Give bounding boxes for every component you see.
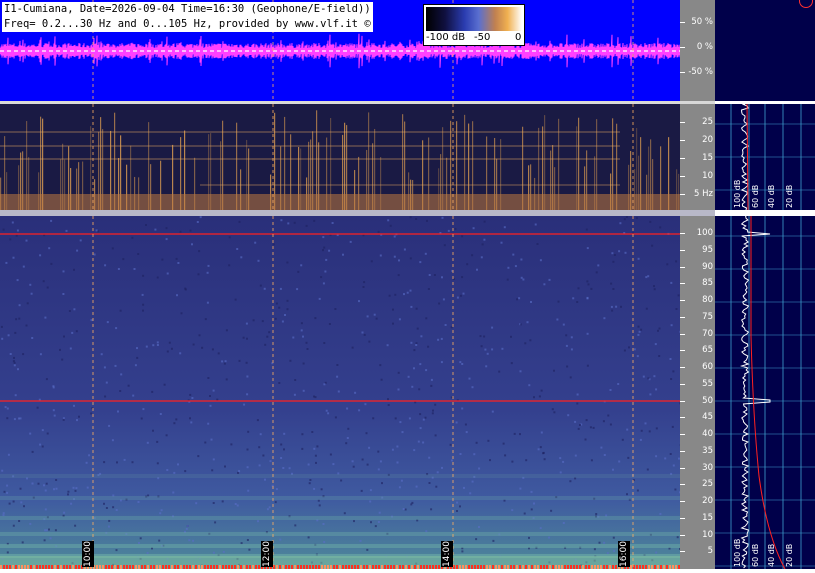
axis-tick-label: 80 (702, 295, 713, 305)
profile-db-label: 20 dB (785, 185, 794, 208)
axis-tick-mark (680, 535, 685, 536)
axis-tick-mark (680, 250, 685, 251)
axis-tick-mark (680, 350, 685, 351)
time-marker: 14:00 (441, 541, 453, 567)
axis-tick-mark (680, 72, 685, 73)
low-frequency-axis: 25 20 15 10 5 Hz (680, 104, 715, 210)
axis-tick-label: 90 (702, 262, 713, 272)
axis-tick-mark (680, 501, 685, 502)
axis-tick-mark (680, 140, 685, 141)
axis-tick-mark (680, 334, 685, 335)
axis-tick-label: 50 % (691, 17, 713, 27)
axis-tick-mark (680, 451, 685, 452)
axis-tick-mark (680, 158, 685, 159)
axis-tick-label: -50 % (688, 67, 713, 77)
legend-label-min: -100 dB (426, 32, 465, 44)
axis-tick-mark (680, 367, 685, 368)
axis-tick-label: 75 (702, 312, 713, 322)
low-profile-plot (715, 104, 815, 210)
axis-tick-label: 45 (702, 412, 713, 422)
axis-tick-mark (680, 233, 685, 234)
spectrogram-low-frequency (0, 104, 680, 210)
spectrogram-high-canvas (0, 216, 680, 569)
axis-tick-label: 95 (702, 245, 713, 255)
time-marker: 16:00 (618, 541, 630, 567)
axis-tick-mark (680, 283, 685, 284)
frequency-info: Freq= 0.2...30 Hz and 0...105 Hz, provid… (4, 17, 371, 32)
axis-tick-mark (680, 384, 685, 385)
profile-db-label: 60 dB (751, 544, 760, 567)
high-frequency-power-profile: 100 dB 60 dB 40 dB 20 dB (715, 216, 815, 569)
axis-tick-label: 50 (702, 396, 713, 406)
axis-tick-mark (680, 468, 685, 469)
axis-tick-label: 85 (702, 278, 713, 288)
profile-db-label: 40 dB (767, 544, 776, 567)
profile-db-label: 40 dB (767, 185, 776, 208)
axis-tick-mark (680, 484, 685, 485)
legend-label-mid: -50 (474, 32, 490, 44)
spectrogram-high-frequency (0, 216, 680, 569)
axis-tick-label: 70 (702, 329, 713, 339)
axis-tick-label: 15 (702, 153, 713, 163)
color-scale-legend: -100 dB -50 0 (423, 4, 525, 46)
axis-tick-label: 20 (702, 496, 713, 506)
axis-tick-label: 5 (708, 546, 713, 556)
high-profile-plot (715, 216, 815, 569)
profile-db-label: 100 dB (733, 180, 742, 208)
profile-db-label: 60 dB (751, 185, 760, 208)
axis-tick-label: 0 % (697, 42, 713, 52)
axis-tick-label: 20 (702, 135, 713, 145)
profile-db-label: 20 dB (785, 544, 794, 567)
axis-tick-label: 65 (702, 345, 713, 355)
axis-tick-mark (680, 176, 685, 177)
axis-tick-mark (680, 401, 685, 402)
low-frequency-power-profile: 100 dB 60 dB 40 dB 20 dB (715, 104, 815, 210)
profile-blank-panel (715, 0, 815, 101)
axis-tick-label: 10 (702, 171, 713, 181)
axis-tick-label: 10 (702, 530, 713, 540)
axis-tick-label: 15 (702, 513, 713, 523)
axis-tick-label: 25 (702, 479, 713, 489)
axis-tick-label: 55 (702, 379, 713, 389)
axis-tick-mark (680, 47, 685, 48)
axis-tick-mark (680, 194, 685, 195)
axis-tick-mark (680, 417, 685, 418)
waveform-amplitude-axis: 50 % 0 % -50 % (680, 0, 715, 101)
axis-tick-label: 100 (697, 228, 713, 238)
axis-tick-mark (680, 22, 685, 23)
axis-tick-label: 5 Hz (694, 189, 713, 199)
axis-tick-mark (680, 434, 685, 435)
time-marker: 10:00 (82, 541, 94, 567)
profile-db-label: 100 dB (733, 539, 742, 567)
legend-label-max: 0 (515, 32, 521, 44)
axis-tick-label: 40 (702, 429, 713, 439)
axis-tick-label: 35 (702, 446, 713, 456)
station-info-box: I1-Cumiana, Date=2026-09-04 Time=16:30 (… (2, 2, 373, 32)
axis-tick-mark (680, 518, 685, 519)
axis-tick-mark (680, 267, 685, 268)
axis-tick-mark (680, 317, 685, 318)
station-title: I1-Cumiana, Date=2026-09-04 Time=16:30 (… (4, 2, 371, 17)
color-scale-gradient (426, 7, 522, 31)
axis-tick-label: 25 (702, 117, 713, 127)
vlf-monitor-window: 50 %0 %-50 % 252015105 Hz 10095908580757… (0, 0, 815, 569)
axis-tick-mark (680, 551, 685, 552)
axis-tick-label: 60 (702, 362, 713, 372)
axis-tick-label: 30 (702, 463, 713, 473)
spectrogram-low-canvas (0, 104, 680, 210)
time-marker: 12:00 (261, 541, 273, 567)
axis-tick-mark (680, 300, 685, 301)
axis-tick-mark (680, 122, 685, 123)
high-frequency-axis: 100 95 90 85 80 75 70 65 60 55 50 45 40 35 30 25 20 15 10 5 (680, 216, 715, 569)
